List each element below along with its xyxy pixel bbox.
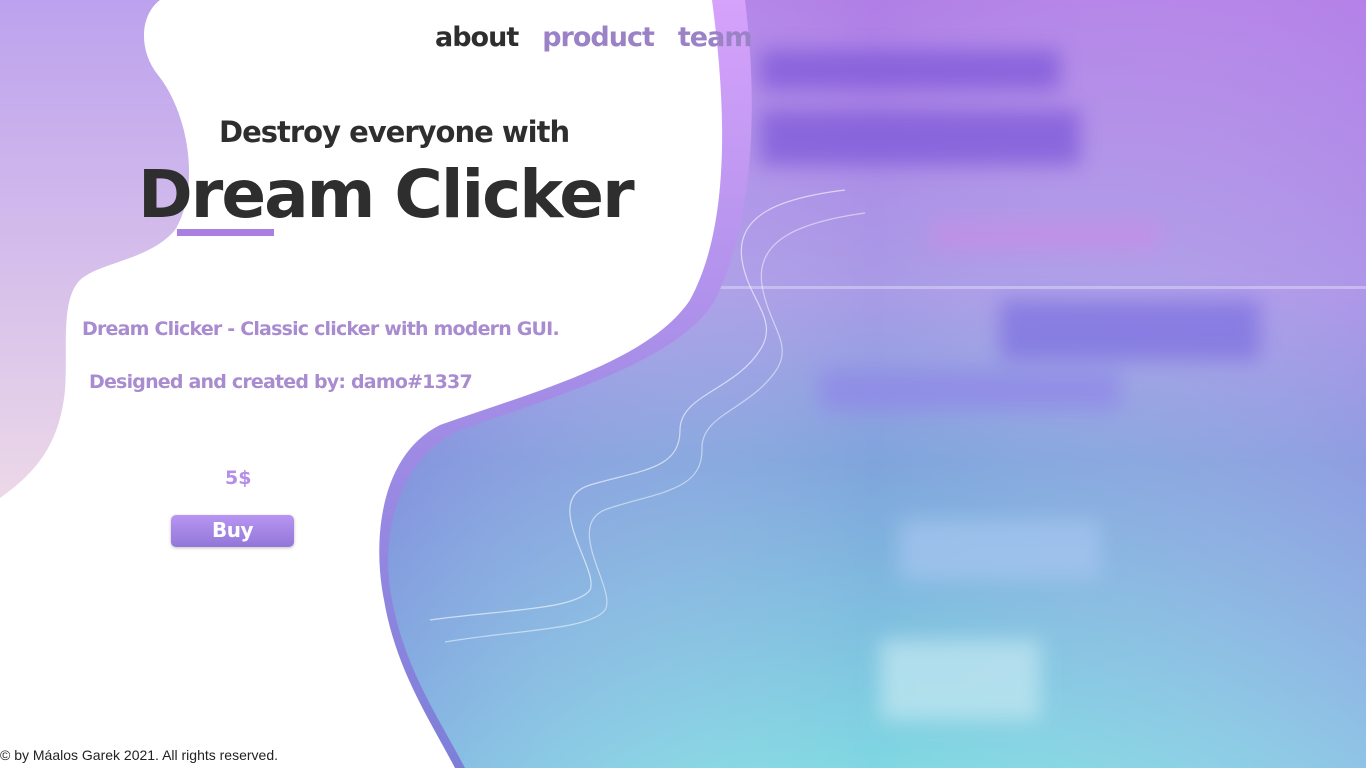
footer-copyright: © by Máalos Garek 2021. All rights reser…	[0, 747, 278, 763]
nav-link-about[interactable]: about	[435, 22, 519, 53]
hero-tagline: Destroy everyone with	[219, 115, 570, 149]
credits-text: Designed and created by: damo#1337	[89, 371, 473, 393]
product-description: Dream Clicker - Classic clicker with mod…	[82, 318, 560, 340]
price-label: 5$	[225, 467, 252, 489]
nav-link-product[interactable]: product	[542, 22, 655, 53]
buy-button[interactable]: Buy	[171, 515, 294, 547]
hero-title: Dream Clicker	[138, 156, 635, 233]
top-nav: about product team	[435, 22, 753, 53]
title-underline	[177, 229, 274, 236]
nav-link-team[interactable]: team	[678, 22, 753, 53]
page: about product team Destroy everyone with…	[0, 0, 1366, 768]
